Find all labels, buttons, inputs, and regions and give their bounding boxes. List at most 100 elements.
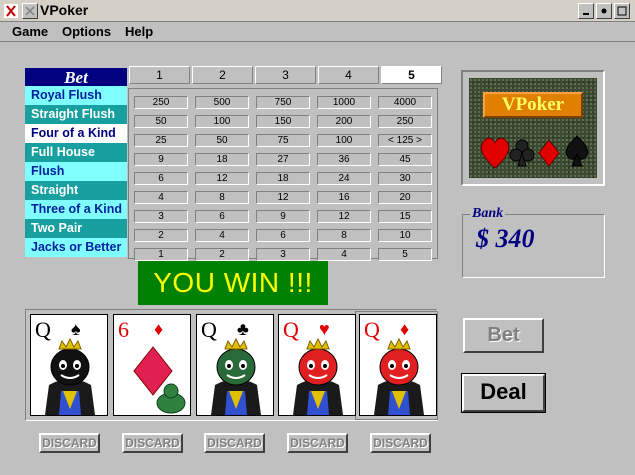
payout-cell: 1 [134, 248, 188, 261]
payout-grid: 250 500 750 1000 4000 50 100 150 200 250 25 50 75 100… [128, 88, 438, 261]
payout-cell: 75 [256, 134, 310, 147]
payout-cell: 6 [134, 172, 188, 185]
payout-cell: 25 [134, 134, 188, 147]
maximize-button[interactable] [614, 3, 630, 19]
heart-icon [480, 137, 510, 169]
menu-bar: Game Options Help [0, 22, 635, 42]
bet-column-3[interactable]: 3 [255, 66, 316, 84]
payout-cell: 1000 [317, 96, 371, 109]
payout-cell: 5 [378, 248, 432, 261]
minimize-button[interactable] [578, 3, 594, 19]
payout-cell: 12 [317, 210, 371, 223]
payout-cell: 4 [134, 191, 188, 204]
bet-button[interactable]: Bet [463, 318, 544, 353]
hand-label: Royal Flush [25, 86, 127, 105]
payout-cell: 15 [378, 210, 432, 223]
deal-button[interactable]: Deal [461, 373, 546, 413]
payout-cell: 50 [195, 134, 249, 147]
hand-label: Straight Flush [25, 105, 127, 124]
card-rank: Q [364, 317, 380, 342]
bet-header: Bet [25, 68, 127, 87]
heart-icon: ♥ [319, 319, 330, 339]
playing-card[interactable]: Q ♦ [359, 314, 437, 416]
playing-card[interactable]: Q ♣ [196, 314, 274, 416]
payout-cell: 250 [134, 96, 188, 109]
payout-cell: 4 [317, 248, 371, 261]
win-banner: YOU WIN !!! [138, 261, 328, 305]
playing-card[interactable]: 6 ♦ [113, 314, 191, 416]
close-icon[interactable] [22, 3, 38, 19]
payout-cell: 150 [256, 115, 310, 128]
hand-label: Straight [25, 181, 127, 200]
card-rank: Q [283, 317, 299, 342]
menu-game[interactable]: Game [12, 24, 48, 39]
playing-card[interactable]: Q ♥ [278, 314, 356, 416]
payout-cell: 24 [317, 172, 371, 185]
hand-label: Jacks or Better [25, 238, 127, 257]
card-rank: 6 [118, 317, 129, 342]
logo-background: VPoker [469, 78, 597, 178]
payout-cell: < 125 > [378, 134, 432, 147]
payout-cell: 45 [378, 153, 432, 166]
payout-cell: 9 [134, 153, 188, 166]
payout-cell: 12 [195, 172, 249, 185]
payout-cell: 16 [317, 191, 371, 204]
window-title: VPoker [40, 2, 89, 18]
diamond-icon [538, 139, 560, 167]
payout-cell: 4 [195, 229, 249, 242]
payout-cell: 18 [195, 153, 249, 166]
bank-label: Bank [470, 206, 506, 222]
payout-cell: 10 [378, 229, 432, 242]
club-icon [509, 139, 535, 167]
title-bar: VPoker [0, 0, 635, 22]
spade-icon [565, 135, 589, 167]
payout-cell: 30 [378, 172, 432, 185]
payout-cell: 18 [256, 172, 310, 185]
payout-cell: 250 [378, 115, 432, 128]
payout-cell: 100 [195, 115, 249, 128]
card-rank: Q [201, 317, 217, 342]
discard-button-2[interactable]: DISCARD [122, 433, 183, 453]
bet-column-5[interactable]: 5 [381, 66, 442, 84]
payout-cell: 6 [195, 210, 249, 223]
hand-label: Three of a Kind [25, 200, 127, 219]
payout-cell: 200 [317, 115, 371, 128]
payout-cell: 36 [317, 153, 371, 166]
hand-label: Four of a Kind [25, 124, 127, 143]
payout-cell: 3 [256, 248, 310, 261]
logo-panel: VPoker [461, 70, 605, 186]
hand-label: Two Pair [25, 219, 127, 238]
logo-suits [480, 135, 589, 169]
payout-cell: 12 [256, 191, 310, 204]
discard-button-4[interactable]: DISCARD [287, 433, 348, 453]
diamond-icon: ♦ [154, 319, 164, 339]
payout-cell: 6 [256, 229, 310, 242]
bank-value: $ 340 [476, 224, 535, 253]
discard-button-3[interactable]: DISCARD [204, 433, 265, 453]
discard-button-5[interactable]: DISCARD [370, 433, 431, 453]
payout-cell: 3 [134, 210, 188, 223]
payout-cell: 750 [256, 96, 310, 109]
discard-button-1[interactable]: DISCARD [39, 433, 100, 453]
club-icon: ♣ [237, 319, 249, 339]
diamond-icon: ♦ [400, 319, 410, 339]
payout-cell: 500 [195, 96, 249, 109]
app-icon[interactable] [3, 3, 19, 19]
card-rank: Q [35, 317, 51, 342]
playing-card[interactable]: Q ♠ [30, 314, 108, 416]
payout-cell: 2 [195, 248, 249, 261]
payout-cell: 8 [317, 229, 371, 242]
payout-cell: 50 [134, 115, 188, 128]
payout-cell: 4000 [378, 96, 432, 109]
restore-button[interactable] [596, 3, 612, 19]
logo-text: VPoker [483, 92, 583, 118]
payout-cell: 2 [134, 229, 188, 242]
bet-column-2[interactable]: 2 [192, 66, 253, 84]
bet-column-1[interactable]: 1 [129, 66, 190, 84]
payout-cell: 9 [256, 210, 310, 223]
menu-options[interactable]: Options [62, 24, 111, 39]
payout-cell: 27 [256, 153, 310, 166]
bet-column-4[interactable]: 4 [318, 66, 379, 84]
menu-help[interactable]: Help [125, 24, 153, 39]
spade-icon: ♠ [71, 319, 81, 339]
